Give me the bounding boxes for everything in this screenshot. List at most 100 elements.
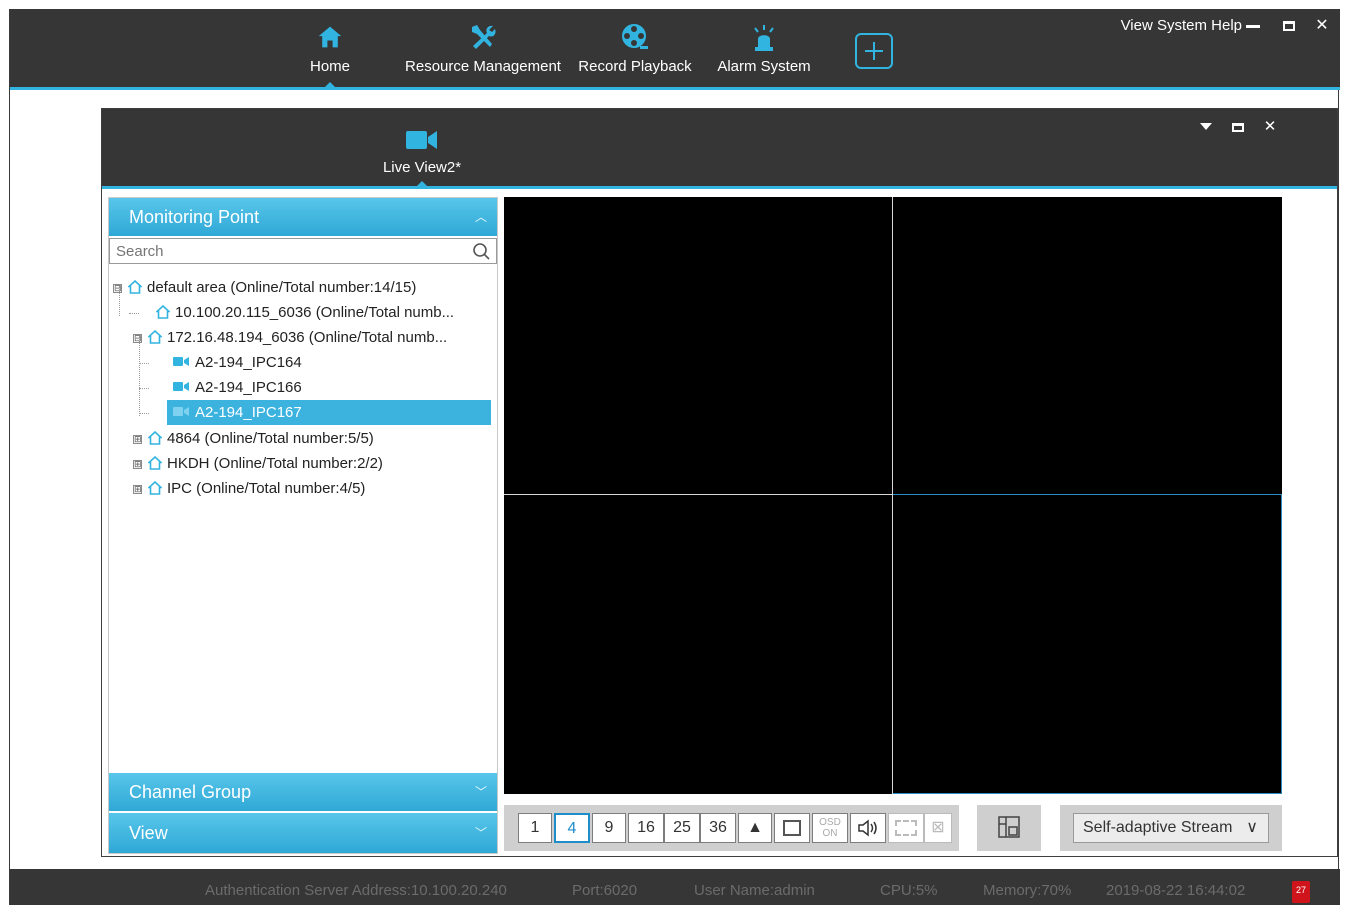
expand-icon[interactable]: ⊞: [133, 485, 142, 494]
camera-icon: [173, 407, 189, 416]
layout-36-button[interactable]: 36: [700, 813, 736, 843]
layout-4-button[interactable]: 4: [554, 813, 590, 843]
monitoring-point-header[interactable]: Monitoring Point ︿: [109, 198, 497, 236]
app-window: Home Resource Management Record Playback: [9, 9, 1340, 905]
top-nav-bar: Home Resource Management Record Playback: [10, 9, 1340, 90]
layout-25-button[interactable]: 25: [664, 813, 700, 843]
home-outline-icon: [148, 456, 162, 470]
osd-toggle-button[interactable]: OSD ON: [812, 813, 848, 843]
add-tab-button[interactable]: [855, 33, 893, 69]
video-grid: [504, 197, 1282, 794]
dropdown-icon[interactable]: [1196, 117, 1216, 137]
stream-select-value: Self-adaptive Stream: [1083, 819, 1233, 836]
view-title: View: [129, 823, 168, 843]
tools-icon: [472, 25, 496, 49]
tree-node-4864[interactable]: ⊞ 4864 (Online/Total number:5/5): [133, 426, 374, 451]
live-view-window: Live View2* ✕ Monitoring Point ︿ Search …: [101, 108, 1338, 857]
more-layouts-button[interactable]: ▲: [738, 813, 772, 843]
nav-alarm-system[interactable]: Alarm System: [710, 9, 818, 90]
save-view-toolbar: [977, 805, 1041, 851]
nav-resource-management[interactable]: Resource Management: [400, 9, 566, 90]
tree-node-label: default area (Online/Total number:14/15): [147, 279, 417, 296]
video-camera-icon: [406, 131, 437, 149]
live-view-header: Live View2* ✕: [102, 109, 1337, 189]
tree-node-default-area[interactable]: ⊟ default area (Online/Total number:14/15…: [113, 275, 416, 300]
nav-record-playback-label: Record Playback: [578, 58, 692, 75]
channel-group-header[interactable]: Channel Group ﹀: [109, 773, 497, 811]
expand-icon[interactable]: ⊞: [133, 435, 142, 444]
audio-icon[interactable]: [850, 813, 886, 843]
tree-guide: [139, 413, 149, 414]
tree-node-10-100-20-115[interactable]: 10.100.20.115_6036 (Online/Total numb...: [156, 300, 454, 325]
tree-node-label: 172.16.48.194_6036 (Online/Total numb...: [167, 329, 448, 346]
tree-node-camera-ipc164[interactable]: A2-194_IPC164: [173, 350, 302, 375]
tree-node-hkdh[interactable]: ⊞ HKDH (Online/Total number:2/2): [133, 451, 383, 476]
maximize-icon[interactable]: [1228, 117, 1248, 137]
tree-guide: [139, 363, 149, 364]
nav-record-playback[interactable]: Record Playback: [575, 9, 695, 90]
tab-live-view-label: Live View2*: [382, 159, 462, 176]
close-icon[interactable]: ✕: [1311, 15, 1333, 37]
search-input[interactable]: [110, 239, 460, 263]
video-window-3[interactable]: [504, 495, 892, 794]
tree-node-ipc[interactable]: ⊞ IPC (Online/Total number:4/5): [133, 476, 365, 501]
video-window-1[interactable]: [504, 197, 892, 494]
layout-9-button[interactable]: 9: [592, 813, 626, 843]
active-tab-caret: [322, 82, 338, 90]
tree-node-172-16-48-194[interactable]: ⊟ 172.16.48.194_6036 (Online/Total numb..…: [133, 325, 447, 350]
minimize-icon[interactable]: [1242, 15, 1264, 37]
grid-divider: [892, 197, 893, 794]
alarm-badge[interactable]: 27: [1292, 881, 1310, 903]
chevron-down-icon: ﹀: [474, 785, 487, 799]
nav-home[interactable]: Home: [296, 9, 364, 90]
save-view-icon[interactable]: [991, 813, 1027, 843]
video-window-4[interactable]: [892, 494, 1282, 794]
cpu-status: CPU:5%: [880, 882, 938, 899]
tree-node-camera-ipc166[interactable]: A2-194_IPC166: [173, 375, 302, 400]
tree-node-label: 10.100.20.115_6036 (Online/Total numb...: [175, 304, 455, 321]
fullscreen-icon[interactable]: [774, 813, 810, 843]
close-icon[interactable]: ✕: [1260, 117, 1280, 137]
layout-16-button[interactable]: 16: [628, 813, 664, 843]
home-outline-icon: [128, 280, 142, 294]
home-icon: [318, 26, 342, 48]
home-outline-icon: [156, 305, 170, 319]
collapse-icon[interactable]: ⊟: [133, 334, 142, 343]
chevron-up-icon: ︿: [474, 210, 487, 224]
video-window-2[interactable]: [893, 197, 1282, 494]
left-panel: Monitoring Point ︿ ⊟ default area (Online…: [108, 197, 498, 854]
home-outline-icon: [148, 330, 162, 344]
grid-divider: [504, 494, 892, 495]
view-header[interactable]: View ﹀: [109, 813, 497, 853]
close-all-icon[interactable]: ⊠: [924, 813, 952, 843]
tree-node-label: A2-194_IPC167: [195, 404, 302, 421]
tree-node-camera-ipc167[interactable]: A2-194_IPC167: [167, 400, 491, 425]
layout-1-button[interactable]: 1: [518, 813, 552, 843]
home-outline-icon: [148, 481, 162, 495]
memory-status: Memory:70%: [983, 882, 1072, 899]
chevron-down-icon: ∨: [1246, 819, 1258, 836]
search-icon[interactable]: [472, 242, 490, 260]
home-outline-icon: [148, 431, 162, 445]
active-tab-caret: [414, 181, 430, 189]
snapshot-disabled-icon[interactable]: [888, 813, 924, 843]
tree-node-label: 4864 (Online/Total number:5/5): [167, 430, 374, 447]
tree-node-label: A2-194_IPC164: [195, 354, 302, 371]
expand-icon[interactable]: ⊞: [133, 460, 142, 469]
search-box: [109, 238, 497, 264]
status-bar: Authentication Server Address:10.100.20.…: [10, 869, 1340, 905]
datetime-status: 2019-08-22 16:44:02: [1106, 882, 1246, 899]
stream-select[interactable]: Self-adaptive Stream ∨: [1073, 813, 1269, 843]
nav-home-label: Home: [309, 58, 350, 75]
alarm-light-icon: [754, 25, 774, 51]
tree-node-label: HKDH (Online/Total number:2/2): [167, 455, 383, 472]
tree-guide: [139, 388, 149, 389]
film-reel-icon: [622, 24, 648, 49]
maximize-icon[interactable]: [1278, 15, 1300, 37]
collapse-icon[interactable]: ⊟: [113, 284, 122, 293]
nav-resource-management-label: Resource Management: [405, 58, 561, 75]
camera-icon: [173, 382, 189, 391]
tab-live-view[interactable]: Live View2*: [370, 109, 474, 189]
layout-toolbar: 1 4 9 16 25 36 ▲ OSD ON ⊠: [504, 805, 959, 851]
system-menu[interactable]: View System Help: [1121, 17, 1242, 34]
